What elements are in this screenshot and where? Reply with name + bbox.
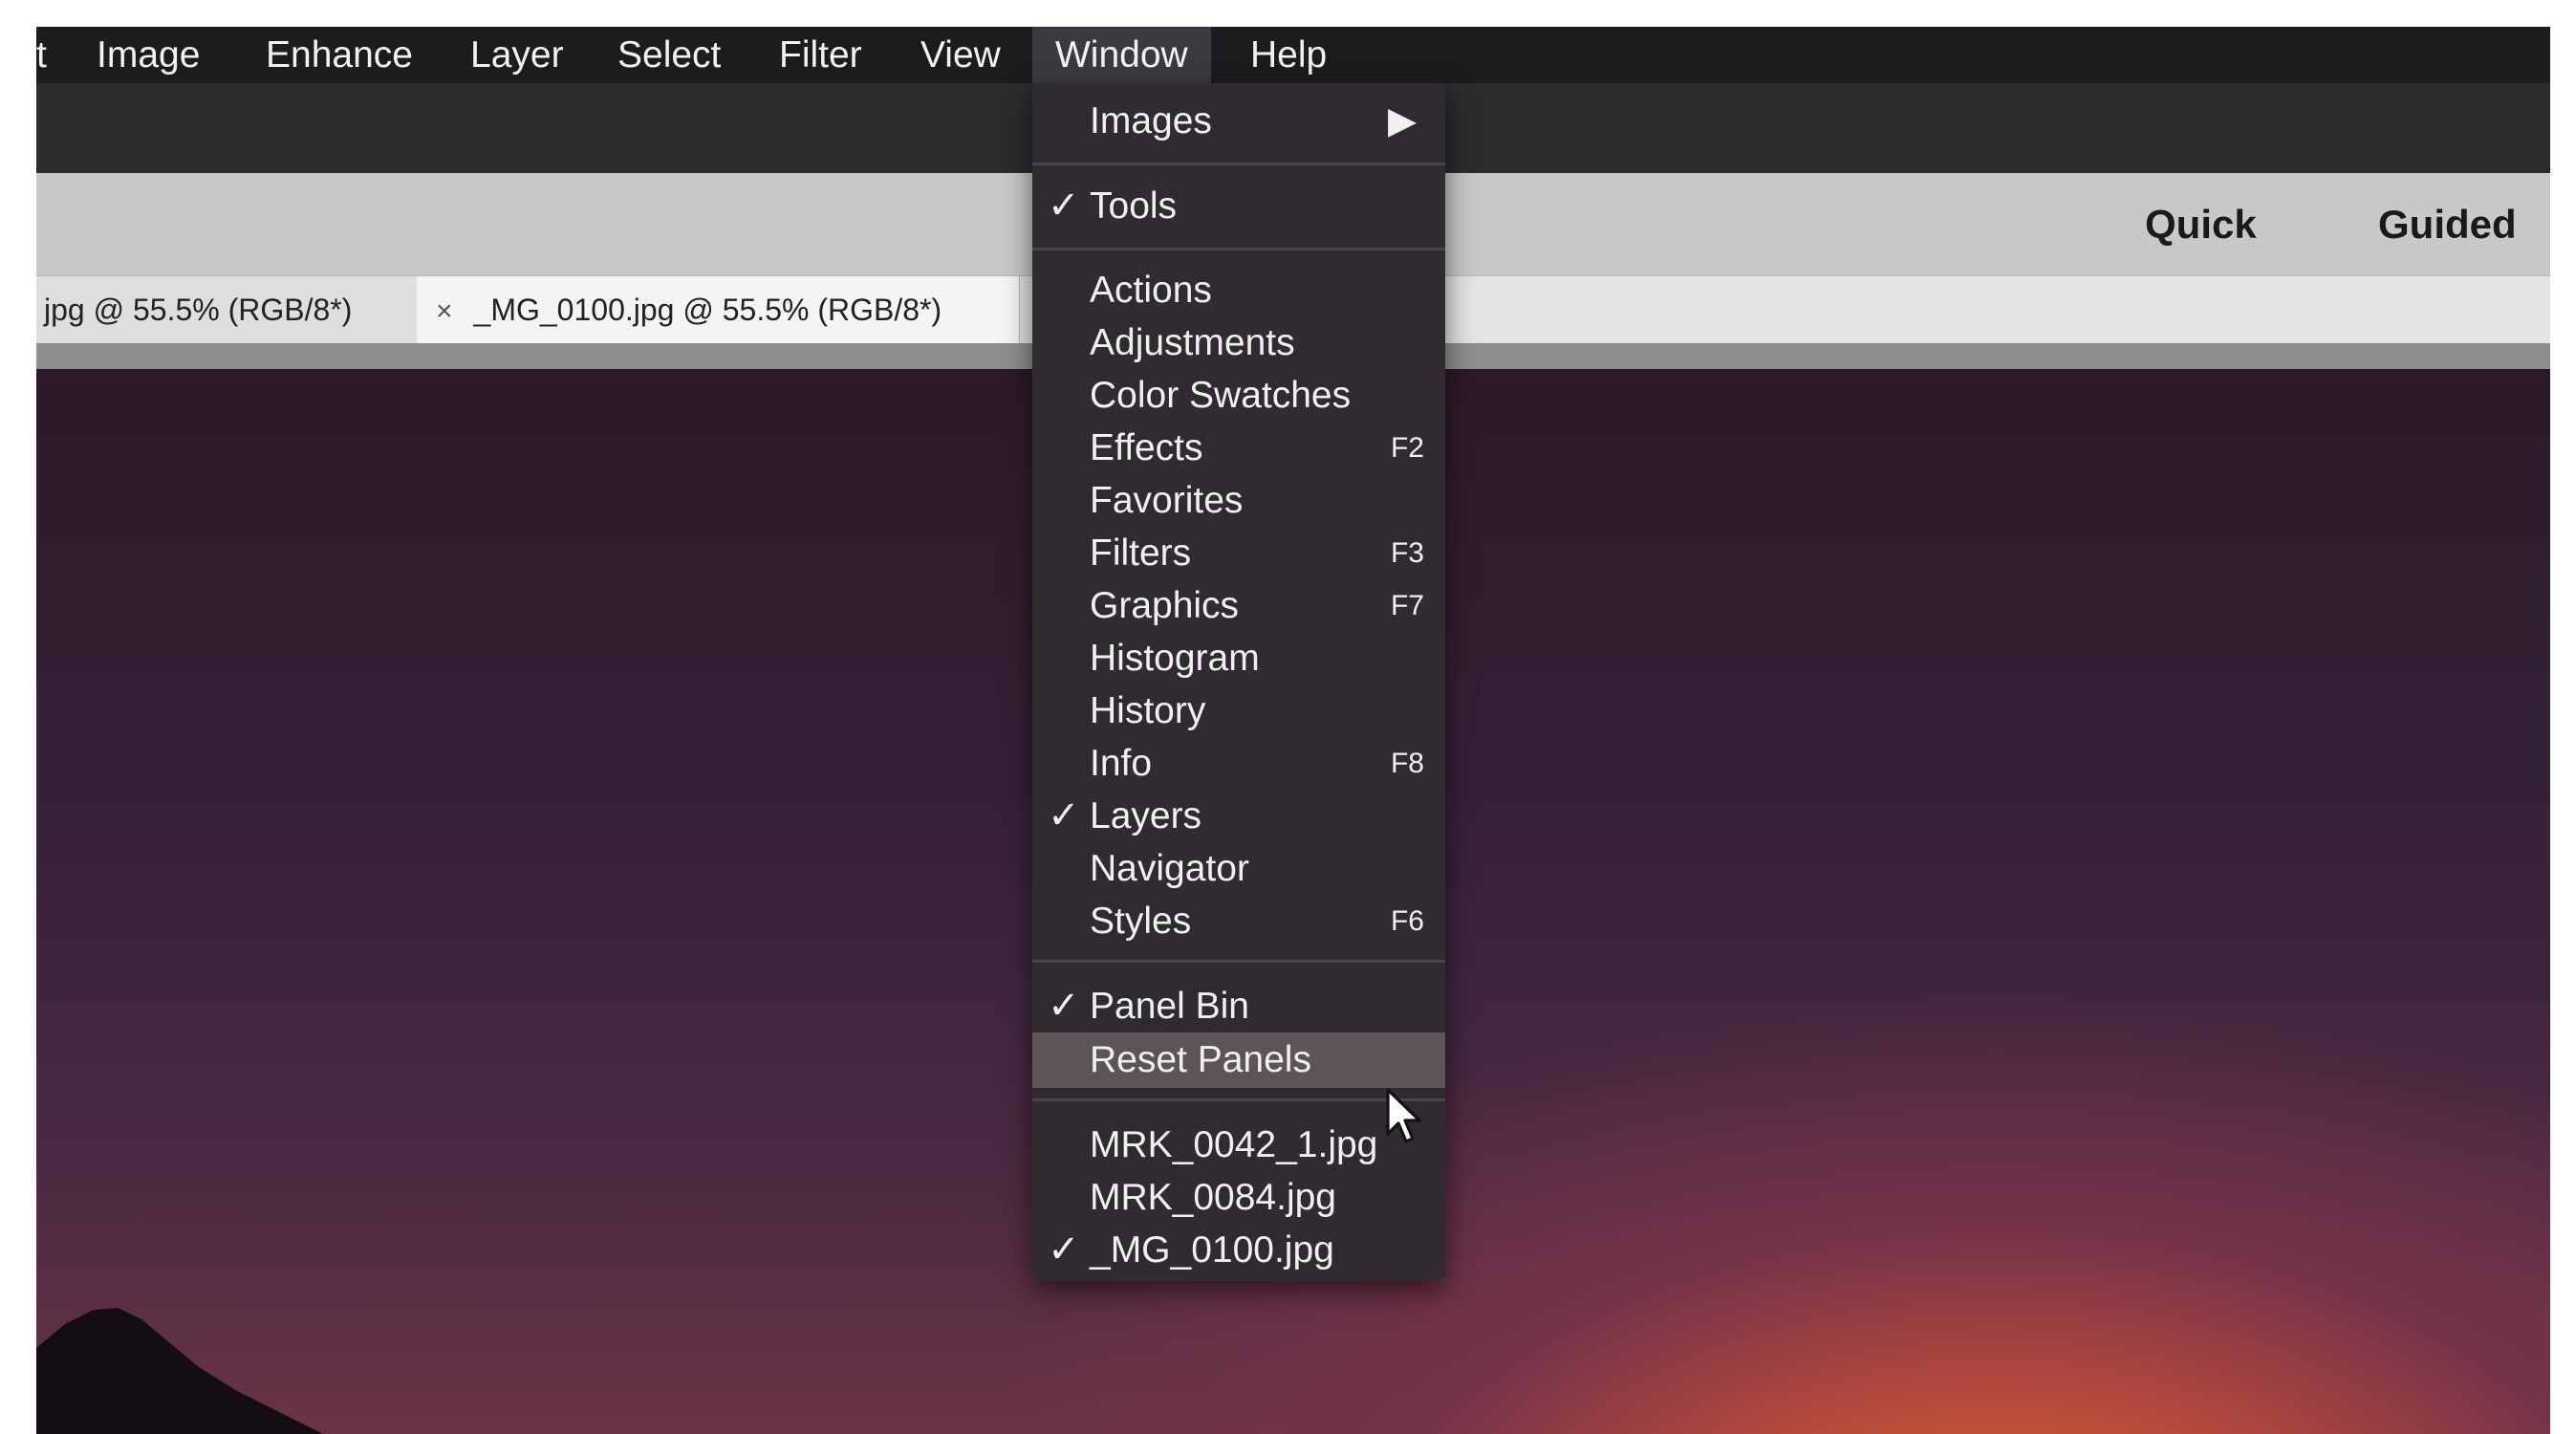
menu-item-label: Graphics xyxy=(1090,585,1240,626)
menu-item-filters[interactable]: Filters F3 xyxy=(1032,527,1445,579)
menu-item-label: Layers xyxy=(1090,795,1202,836)
document-tab-active[interactable]: × _MG_0100.jpg @ 55.5% (RGB/8*) xyxy=(417,276,1020,343)
menu-item-label: Favorites xyxy=(1090,480,1244,521)
menu-item-favorites[interactable]: Favorites xyxy=(1032,474,1445,527)
menu-item-document-mrk-0042-1[interactable]: MRK_0042_1.jpg xyxy=(1032,1119,1445,1171)
checkmark-icon: ✓ xyxy=(1048,1228,1080,1271)
menu-item-document-mg-0100[interactable]: ✓ _MG_0100.jpg xyxy=(1032,1224,1445,1276)
menu-item-document-mrk-0084[interactable]: MRK_0084.jpg xyxy=(1032,1171,1445,1224)
menu-item-shortcut: F8 xyxy=(1390,748,1424,779)
menu-item-shortcut: F3 xyxy=(1390,537,1424,569)
menu-item-layers[interactable]: ✓ Layers xyxy=(1032,790,1445,842)
menu-item-styles[interactable]: Styles F6 xyxy=(1032,895,1445,947)
checkmark-icon: ✓ xyxy=(1048,185,1080,227)
menu-item-label: MRK_0084.jpg xyxy=(1090,1177,1336,1218)
mountain-silhouette xyxy=(36,1308,323,1434)
window-menu-dropdown: Images ▶ ✓ Tools Actions Adjustments Col… xyxy=(1032,83,1445,1281)
menu-item-label: Effects xyxy=(1090,427,1203,468)
menu-item-history[interactable]: History xyxy=(1032,684,1445,737)
mode-guided-tab[interactable]: Guided xyxy=(2378,173,2517,275)
menu-item-label: Info xyxy=(1090,743,1153,784)
menu-view[interactable]: View xyxy=(920,27,1001,83)
checkmark-icon: ✓ xyxy=(1048,794,1080,836)
menu-item-label: Navigator xyxy=(1090,848,1249,889)
menu-help[interactable]: Help xyxy=(1250,27,1327,83)
menu-item-panel-bin[interactable]: ✓ Panel Bin xyxy=(1032,980,1445,1032)
photo-editor-window: t Image Enhance Layer Select Filter View… xyxy=(36,27,2550,1434)
mouse-pointer-icon xyxy=(1386,1088,1421,1143)
menu-item-adjustments[interactable]: Adjustments xyxy=(1032,316,1445,369)
menu-separator xyxy=(1032,248,1445,250)
menu-file-partial[interactable]: t xyxy=(36,27,47,83)
menu-item-reset-panels[interactable]: Reset Panels xyxy=(1032,1032,1445,1088)
mode-quick-tab[interactable]: Quick xyxy=(2145,173,2257,275)
menu-item-label: Styles xyxy=(1090,901,1192,942)
menu-item-images[interactable]: Images ▶ xyxy=(1032,95,1445,147)
menu-item-navigator[interactable]: Navigator xyxy=(1032,842,1445,895)
menu-enhance[interactable]: Enhance xyxy=(266,27,413,83)
triangle-right-icon: ▶ xyxy=(1388,100,1417,141)
menu-filter[interactable]: Filter xyxy=(779,27,862,83)
menu-item-info[interactable]: Info F8 xyxy=(1032,737,1445,790)
menu-item-label: History xyxy=(1090,690,1206,731)
menu-item-label: _MG_0100.jpg xyxy=(1090,1229,1334,1271)
menu-item-label: Histogram xyxy=(1090,638,1260,679)
menu-item-histogram[interactable]: Histogram xyxy=(1032,632,1445,684)
menu-item-color-swatches[interactable]: Color Swatches xyxy=(1032,369,1445,422)
close-icon[interactable]: × xyxy=(436,278,453,345)
menu-window[interactable]: Window xyxy=(1032,27,1211,83)
document-tab-label: _MG_0100.jpg @ 55.5% (RGB/8*) xyxy=(473,293,942,327)
menu-item-actions[interactable]: Actions xyxy=(1032,264,1445,316)
menu-item-label: Reset Panels xyxy=(1090,1039,1311,1080)
menu-item-label: MRK_0042_1.jpg xyxy=(1090,1124,1378,1165)
menu-layer[interactable]: Layer xyxy=(470,27,564,83)
menu-item-label: Images xyxy=(1090,100,1212,141)
menu-separator xyxy=(1032,960,1445,963)
menu-item-shortcut: F6 xyxy=(1390,905,1424,937)
menu-item-label: Adjustments xyxy=(1090,322,1295,363)
document-tab[interactable]: jpg @ 55.5% (RGB/8*) xyxy=(36,276,423,343)
menu-item-label: Panel Bin xyxy=(1090,986,1249,1027)
menu-bar: t Image Enhance Layer Select Filter View… xyxy=(36,27,2550,83)
menu-item-label: Tools xyxy=(1090,185,1178,227)
menu-item-graphics[interactable]: Graphics F7 xyxy=(1032,579,1445,632)
menu-item-shortcut: F7 xyxy=(1390,590,1424,621)
menu-select[interactable]: Select xyxy=(617,27,721,83)
menu-item-effects[interactable]: Effects F2 xyxy=(1032,422,1445,474)
menu-item-label: Color Swatches xyxy=(1090,375,1352,416)
menu-separator xyxy=(1032,1098,1445,1101)
menu-item-tools[interactable]: ✓ Tools xyxy=(1032,180,1445,232)
document-tab-label: jpg @ 55.5% (RGB/8*) xyxy=(44,293,353,327)
menu-separator xyxy=(1032,163,1445,165)
menu-item-shortcut: F2 xyxy=(1390,432,1424,464)
menu-image[interactable]: Image xyxy=(97,27,200,83)
checkmark-icon: ✓ xyxy=(1048,985,1080,1027)
menu-item-label: Filters xyxy=(1090,532,1192,574)
menu-item-label: Actions xyxy=(1090,270,1212,311)
